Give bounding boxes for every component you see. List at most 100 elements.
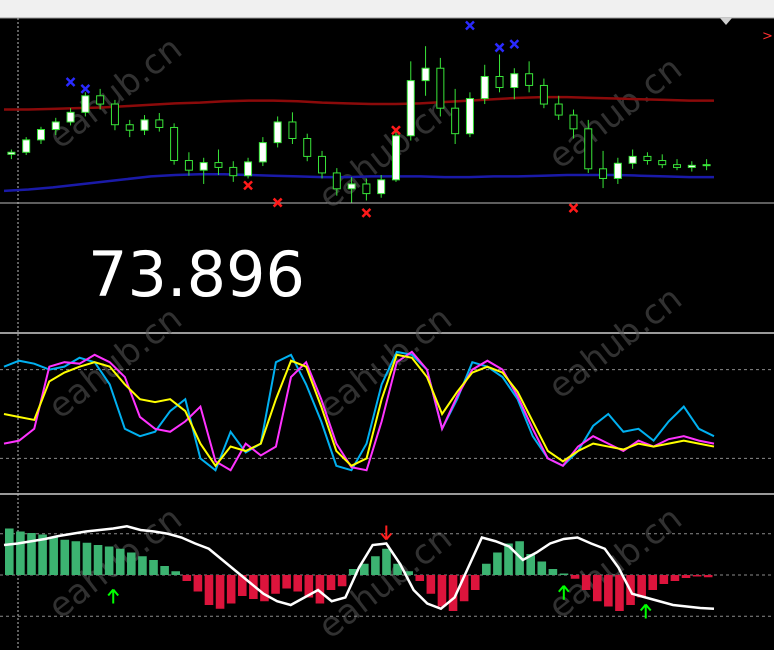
histogram-bar [27, 533, 36, 575]
histogram-bar [426, 575, 436, 594]
candle-body [170, 126, 179, 162]
candle-body [495, 75, 504, 89]
candle-body [273, 121, 282, 144]
histogram-bar [171, 571, 180, 575]
watermark-text: eahub.cn [41, 29, 190, 157]
candle-body [258, 142, 267, 163]
candle-body [643, 155, 652, 162]
candle-body [22, 139, 31, 153]
histogram-bar [382, 548, 391, 575]
candle-body [303, 137, 312, 157]
histogram-bar [16, 531, 25, 575]
candle-body [539, 84, 548, 105]
histogram-bar [703, 575, 713, 578]
watermarks: eahub.cn eahub.cn eahub.cneahub.cn eahub.cn… [41, 29, 690, 647]
histogram-bar [470, 575, 480, 590]
candle-body [436, 67, 445, 109]
candle-body [391, 135, 400, 181]
sell-arrow-down-icon [380, 525, 393, 541]
candle-body [199, 162, 208, 171]
candle-body [702, 164, 711, 167]
candle-body [110, 103, 119, 126]
candle-body [525, 73, 534, 86]
histogram-bar [226, 575, 236, 604]
histogram-bar [681, 575, 691, 578]
candle-body [214, 162, 223, 168]
candle-body [51, 121, 60, 131]
candle-body [125, 124, 134, 131]
candle-body [480, 75, 489, 100]
histogram-bar [548, 569, 558, 575]
candle-body [658, 160, 667, 166]
candle-body [554, 103, 563, 116]
oscillator-panel [0, 350, 774, 472]
candle-body [66, 111, 75, 123]
candle-body [673, 164, 682, 168]
histogram-bar [581, 575, 591, 590]
candle-body [569, 114, 578, 130]
candle-body [229, 166, 238, 177]
histogram-bar [592, 575, 602, 602]
histogram-bar [337, 575, 347, 587]
histogram-bar [415, 575, 425, 581]
histogram-bar [293, 575, 303, 592]
candle-body [347, 183, 356, 190]
candle-body [81, 95, 90, 113]
candle-body [96, 95, 105, 105]
candle-body [628, 155, 637, 164]
top-bar [0, 0, 774, 18]
chart-canvas: > eahub.cn eahub.cn eahub.cneahub.cn eahub.… [0, 0, 774, 650]
current-price-label: 73.896 [88, 238, 305, 311]
histogram-bar [149, 560, 158, 575]
scroll-marker-icon[interactable] [720, 18, 732, 25]
histogram-bar [93, 545, 103, 575]
candle-body [599, 168, 608, 179]
candle-body [421, 67, 430, 82]
watermark-text: eahub.cn [541, 279, 690, 407]
candle-body [613, 162, 622, 179]
candle-body [406, 80, 415, 137]
candle-body [377, 179, 386, 195]
histogram-bar [271, 575, 280, 594]
candle-body [510, 73, 519, 89]
candle-body [36, 129, 45, 141]
histogram-bar [537, 561, 547, 575]
histogram-bar [60, 539, 70, 575]
histogram-bar [82, 542, 92, 575]
candle-body [7, 151, 16, 155]
candle-body [687, 164, 696, 168]
candle-body [451, 107, 460, 135]
histogram-bar [71, 541, 81, 575]
candle-body [332, 172, 341, 190]
histogram-bar [182, 575, 192, 581]
histogram-bar [5, 528, 14, 575]
histogram-bar [670, 575, 680, 581]
candle-body [244, 161, 253, 177]
histogram-bar [659, 575, 669, 584]
chart-shift-icon[interactable]: > [762, 29, 773, 44]
histogram-bar [204, 575, 214, 605]
histogram-bar [115, 548, 125, 575]
histogram-bar [104, 546, 114, 575]
histogram-bar [637, 575, 646, 598]
watermark-text: eahub.cn [541, 49, 690, 177]
candle-body [140, 119, 149, 131]
histogram-bar [160, 566, 169, 575]
candle-body [465, 98, 474, 135]
histogram-bar [559, 573, 569, 575]
histogram-bar [648, 575, 658, 590]
histogram-bar [692, 575, 702, 577]
histogram-bar [437, 575, 447, 607]
histogram-bar [482, 563, 491, 575]
histogram-bar [193, 575, 203, 592]
candle-body [362, 183, 371, 195]
histogram-bar [371, 556, 380, 575]
histogram-bar [127, 552, 136, 575]
histogram-bar [282, 575, 291, 589]
histogram-bar [615, 575, 624, 611]
candle-body [318, 155, 327, 174]
candle-body [288, 121, 297, 139]
candle-body [584, 128, 593, 170]
histogram-bar [215, 575, 225, 609]
candle-body [184, 160, 193, 171]
